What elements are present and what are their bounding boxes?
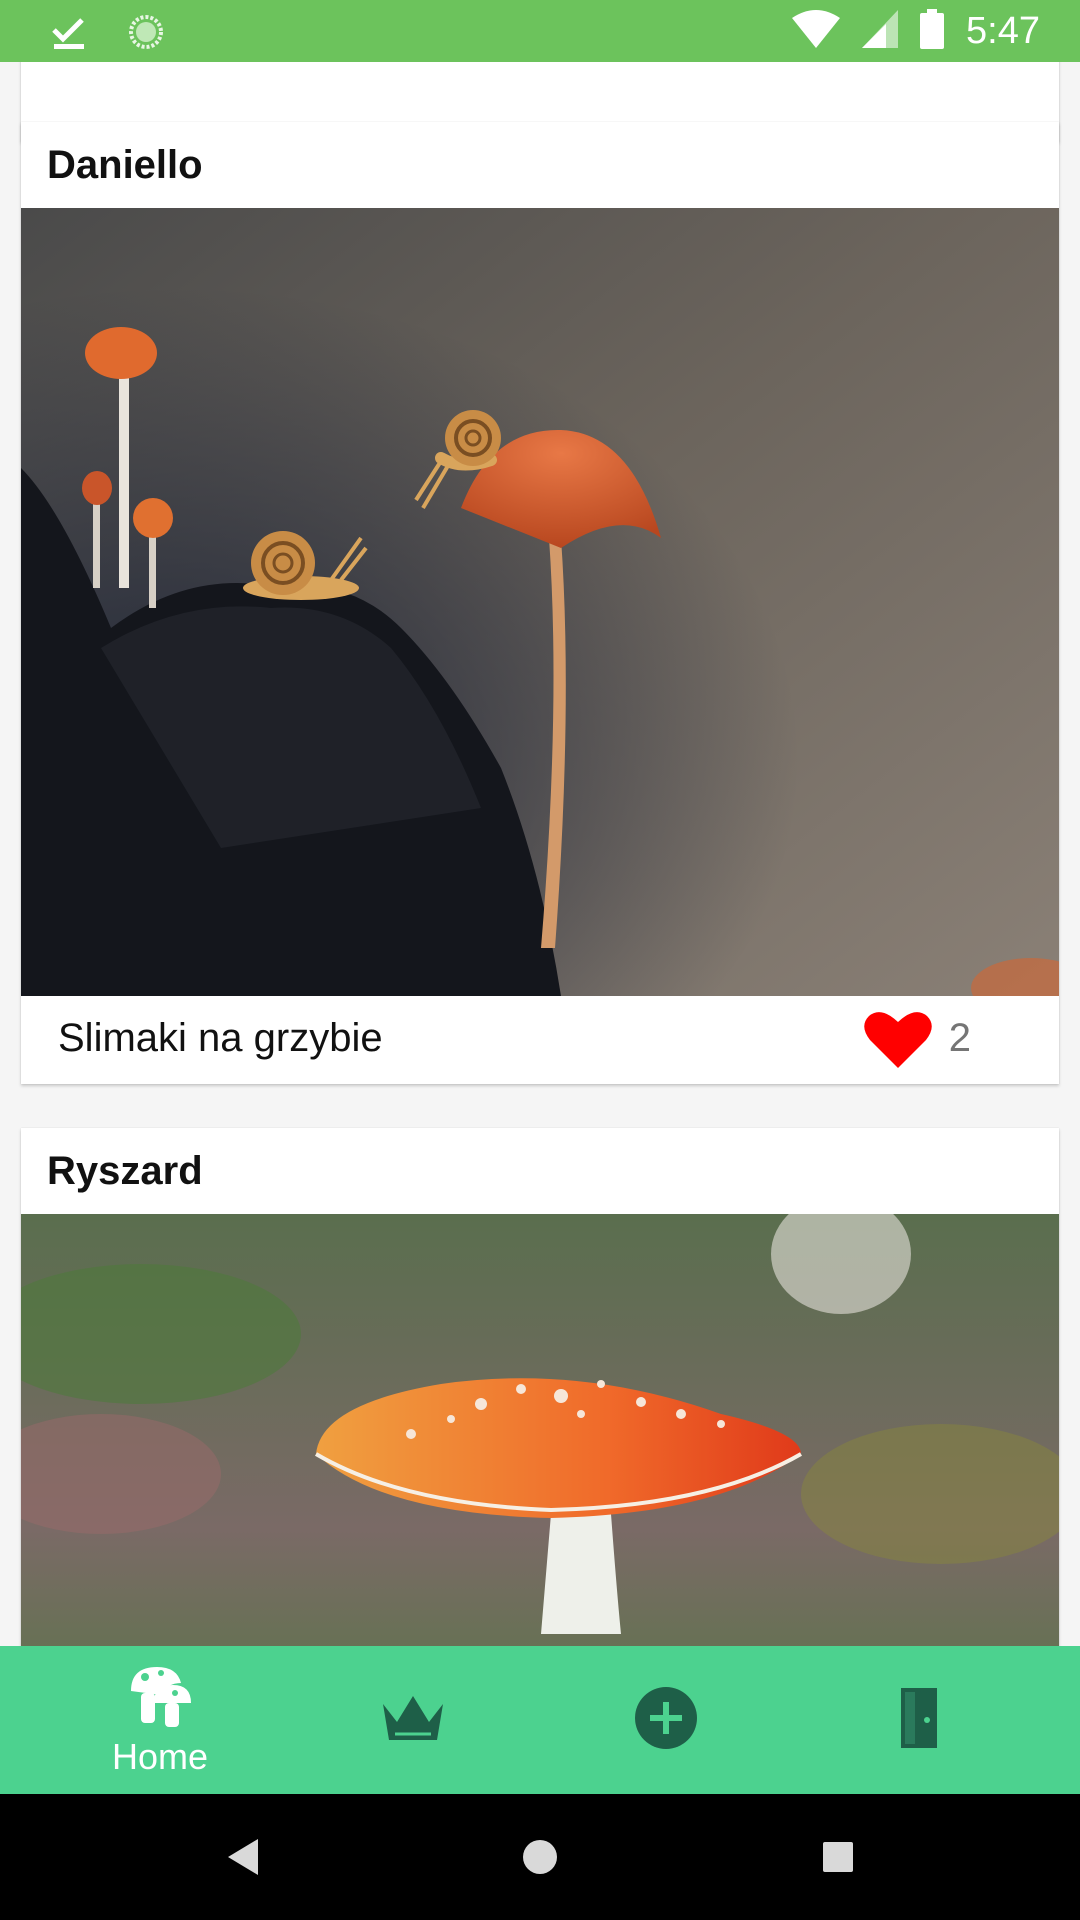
battery-icon	[920, 8, 945, 54]
post-card[interactable]: Ryszard	[21, 1128, 1059, 1646]
system-navigation-bar	[0, 1794, 1080, 1920]
home-circle-icon[interactable]	[510, 1827, 570, 1887]
nav-home-label: Home	[111, 1735, 209, 1777]
sync-icon	[126, 12, 166, 57]
status-bar: 5:47	[0, 0, 1080, 62]
nav-ranking[interactable]	[313, 1646, 513, 1794]
post-footer: Slimaki na grzybie 2	[21, 996, 1059, 1084]
wifi-icon	[792, 9, 841, 53]
post-card[interactable]: Daniello Slimaki na grzybie 2	[21, 122, 1059, 1084]
download-done-icon	[50, 14, 86, 55]
nav-home[interactable]: Home	[60, 1646, 260, 1794]
nav-add-post[interactable]	[566, 1646, 766, 1794]
snails-on-mushroom-photo[interactable]	[21, 208, 1059, 996]
heart-icon[interactable]	[863, 1010, 933, 1070]
nav-logout[interactable]	[819, 1646, 1019, 1794]
mushroom-icon	[127, 1663, 193, 1734]
post-caption: Slimaki na grzybie	[58, 1016, 383, 1060]
post-feed[interactable]: Daniello Slimaki na grzybie 2 Ryszard	[0, 62, 1080, 1646]
door-icon	[899, 1686, 939, 1755]
crown-icon	[381, 1694, 445, 1747]
post-author[interactable]: Ryszard	[21, 1128, 1059, 1214]
signal-icon	[862, 9, 899, 53]
back-icon[interactable]	[212, 1827, 272, 1887]
bottom-navigation: Home	[0, 1646, 1080, 1794]
add-circle-icon	[634, 1686, 698, 1755]
status-time: 5:47	[966, 10, 1040, 52]
post-author[interactable]: Daniello	[21, 122, 1059, 208]
recents-square-icon[interactable]	[808, 1827, 868, 1887]
like-count: 2	[948, 1016, 971, 1060]
fly-agaric-mushroom-photo[interactable]	[21, 1214, 1059, 1646]
